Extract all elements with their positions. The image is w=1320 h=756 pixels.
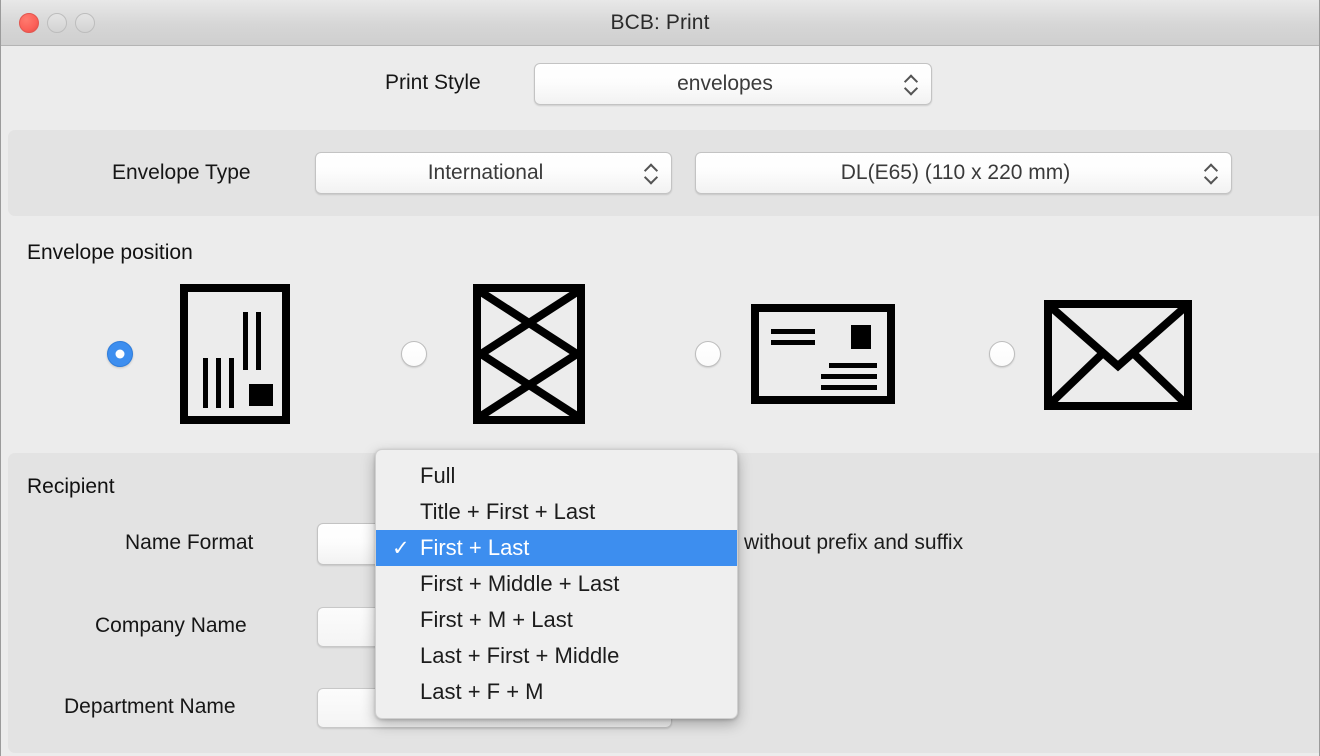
print-dialog-window: BCB: Print Print Style envelopes Envelop… [0, 0, 1320, 756]
envelope-region-value: International [427, 161, 544, 184]
menu-item-label: First + M + Last [420, 607, 573, 632]
menu-item-title-first-last[interactable]: Title + First + Last [376, 494, 737, 530]
envelope-type-label: Envelope Type [112, 161, 251, 184]
department-name-label: Department Name [64, 695, 236, 718]
chevron-updown-icon [905, 76, 918, 93]
minimize-button-icon[interactable] [47, 13, 67, 33]
envelope-landscape-address-icon[interactable] [751, 304, 895, 404]
recipient-label: Recipient [27, 475, 115, 498]
menu-item-label: Full [420, 463, 456, 488]
close-button-icon[interactable] [19, 13, 39, 33]
envelope-portrait-back-flap-icon[interactable] [473, 284, 585, 424]
envelope-position-radio-1[interactable] [107, 341, 133, 367]
chevron-updown-icon [645, 165, 658, 182]
print-style-label: Print Style [385, 71, 481, 94]
menu-item-label: Last + F + M [420, 679, 544, 704]
envelope-landscape-front-flap-icon[interactable] [1044, 300, 1192, 410]
menu-item-label: First + Last [420, 535, 530, 560]
name-format-hint: without prefix and suffix [744, 531, 964, 554]
maximize-button-icon[interactable] [75, 13, 95, 33]
company-name-label: Company Name [95, 614, 247, 637]
envelope-portrait-address-icon[interactable] [180, 284, 290, 424]
menu-item-label: Last + First + Middle [420, 643, 620, 668]
chevron-updown-icon [1205, 165, 1218, 182]
envelope-position-radio-4[interactable] [989, 341, 1015, 367]
menu-item-full[interactable]: Full [376, 458, 737, 494]
menu-item-first-m-last[interactable]: First + M + Last [376, 602, 737, 638]
menu-check-icon: ✓ [392, 536, 410, 560]
window-titlebar: BCB: Print [1, 0, 1319, 46]
envelope-size-select[interactable]: DL(E65) (110 x 220 mm) [695, 152, 1232, 194]
envelope-position-radio-2[interactable] [401, 341, 427, 367]
envelope-position-label: Envelope position [27, 241, 193, 264]
menu-item-first-middle-last[interactable]: First + Middle + Last [376, 566, 737, 602]
menu-item-last-first-middle[interactable]: Last + First + Middle [376, 638, 737, 674]
window-title: BCB: Print [610, 10, 710, 34]
window-controls [19, 13, 95, 33]
envelope-size-value: DL(E65) (110 x 220 mm) [840, 161, 1071, 184]
menu-item-label: First + Middle + Last [420, 571, 620, 596]
menu-item-label: Title + First + Last [420, 499, 596, 524]
envelope-position-radio-3[interactable] [695, 341, 721, 367]
print-style-value: envelopes [677, 72, 773, 95]
print-style-select[interactable]: envelopes [534, 63, 932, 105]
menu-item-last-f-m[interactable]: Last + F + M [376, 674, 737, 710]
name-format-label: Name Format [125, 531, 254, 554]
name-format-dropdown-menu[interactable]: Full Title + First + Last ✓ First + Last… [375, 449, 738, 719]
menu-item-first-last[interactable]: ✓ First + Last [376, 530, 737, 566]
envelope-region-select[interactable]: International [315, 152, 672, 194]
